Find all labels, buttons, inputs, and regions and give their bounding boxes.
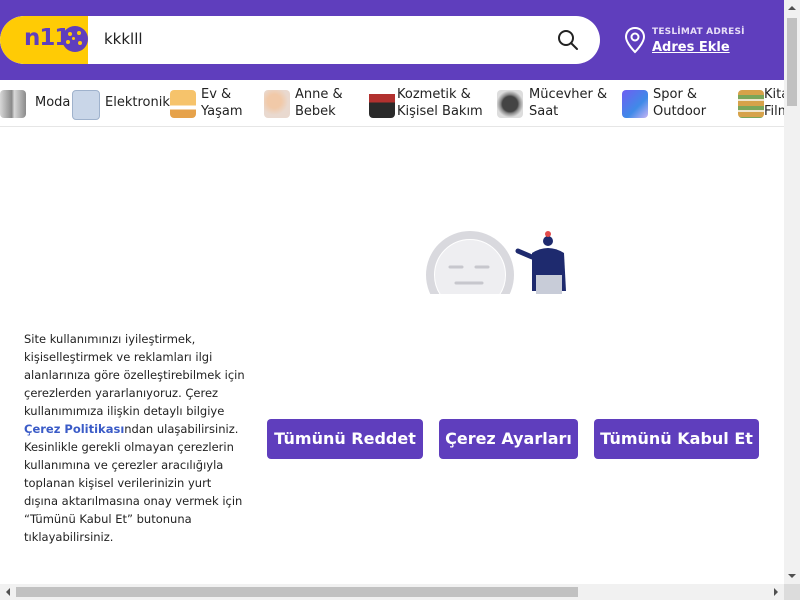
category-label-line1: Anne &: [295, 87, 343, 102]
category-label: Kita Film: [764, 86, 784, 120]
vertical-scroll-thumb[interactable]: [787, 18, 797, 106]
scroll-right-arrow-icon[interactable]: [768, 584, 784, 600]
category-spor-outdoor[interactable]: Spor & Outdoor: [622, 84, 722, 122]
scrollbar-corner: [784, 584, 800, 600]
fashion-thumbnail-icon: [0, 90, 26, 118]
category-mucevher-saat[interactable]: Mücevher & Saat: [497, 84, 612, 122]
horizontal-scroll-thumb[interactable]: [16, 587, 578, 597]
cookie-message: Site kullanımınızı iyileştirmek, kişisel…: [24, 330, 246, 546]
category-bar: Moda Elektronik Ev & Yaşam Anne & Bebek Ko…: [0, 80, 784, 127]
category-label: Elektronik: [105, 95, 170, 110]
scroll-left-arrow-icon[interactable]: [0, 584, 16, 600]
category-label-line2: Kişisel Bakım: [397, 104, 483, 119]
vertical-scrollbar[interactable]: [784, 0, 800, 584]
category-label: Anne & Bebek: [295, 86, 343, 120]
category-anne-bebek[interactable]: Anne & Bebek: [264, 84, 364, 122]
category-moda[interactable]: Moda: [0, 84, 70, 122]
cookie-text-start: Site kullanımınızı iyileştirmek, kişisel…: [24, 332, 245, 418]
category-label-line1: Kita: [764, 87, 784, 102]
category-label: Ev & Yaşam: [201, 86, 243, 120]
add-address-link[interactable]: Adres Ekle: [652, 40, 730, 55]
category-label: Mücevher & Saat: [529, 86, 607, 120]
category-ev-yasam[interactable]: Ev & Yaşam: [170, 84, 260, 122]
category-label-line2: Outdoor: [653, 104, 707, 119]
category-label: Spor & Outdoor: [653, 86, 706, 120]
category-label-line1: Kozmetik &: [397, 87, 471, 102]
empty-results-illustration: [426, 231, 566, 295]
category-label-line1: Spor &: [653, 87, 698, 102]
delivery-address[interactable]: TESLİMAT ADRESİ Adres Ekle: [624, 24, 774, 60]
books-thumbnail-icon: [738, 90, 764, 118]
scroll-up-arrow-icon[interactable]: [784, 0, 800, 16]
cookie-consent-banner: Site kullanımınızı iyileştirmek, kişisel…: [0, 294, 784, 584]
cookie-settings-button[interactable]: Çerez Ayarları: [439, 419, 578, 459]
lamp-thumbnail-icon: [170, 90, 196, 118]
n11-logo[interactable]: n11: [0, 16, 88, 64]
watch-thumbnail-icon: [497, 90, 523, 118]
lipstick-thumbnail-icon: [369, 90, 395, 118]
baby-thumbnail-icon: [264, 90, 290, 118]
delivery-title: TESLİMAT ADRESİ: [652, 27, 745, 37]
category-label-line1: Ev &: [201, 87, 232, 102]
sports-thumbnail-icon: [622, 90, 648, 118]
category-elektronik[interactable]: Elektronik: [72, 84, 172, 122]
phone-thumbnail-icon: [72, 90, 100, 120]
cookie-text-end: ndan ulaşabilirsiniz. Kesinlikle gerekli…: [24, 422, 243, 544]
category-label: Moda: [35, 95, 71, 110]
search-input[interactable]: kkklll: [104, 30, 143, 48]
ladybug-icon: [62, 26, 88, 52]
search-bar: n11 kkklll: [0, 16, 600, 64]
search-icon: [558, 30, 578, 50]
location-pin-icon: [624, 26, 646, 54]
scroll-down-arrow-icon[interactable]: [784, 568, 800, 584]
category-label-line2: Bebek: [295, 104, 336, 119]
category-label: Kozmetik & Kişisel Bakım: [397, 86, 483, 120]
header: n11 kkklll TESLİMAT ADRESİ Adres Ekle: [0, 0, 784, 80]
category-kitap-film[interactable]: Kita Film: [738, 84, 784, 122]
category-kozmetik[interactable]: Kozmetik & Kişisel Bakım: [369, 84, 491, 122]
reject-all-button[interactable]: Tümünü Reddet: [267, 419, 423, 459]
category-label-line1: Mücevher &: [529, 87, 608, 102]
category-label-line2: Yaşam: [201, 104, 243, 119]
category-label-line2: Film: [764, 104, 784, 119]
search-button[interactable]: [556, 28, 580, 52]
category-label-line2: Saat: [529, 104, 559, 119]
accept-all-button[interactable]: Tümünü Kabul Et: [594, 419, 759, 459]
cookie-policy-link[interactable]: Çerez Politikası: [24, 422, 124, 436]
horizontal-scrollbar[interactable]: [0, 584, 784, 600]
